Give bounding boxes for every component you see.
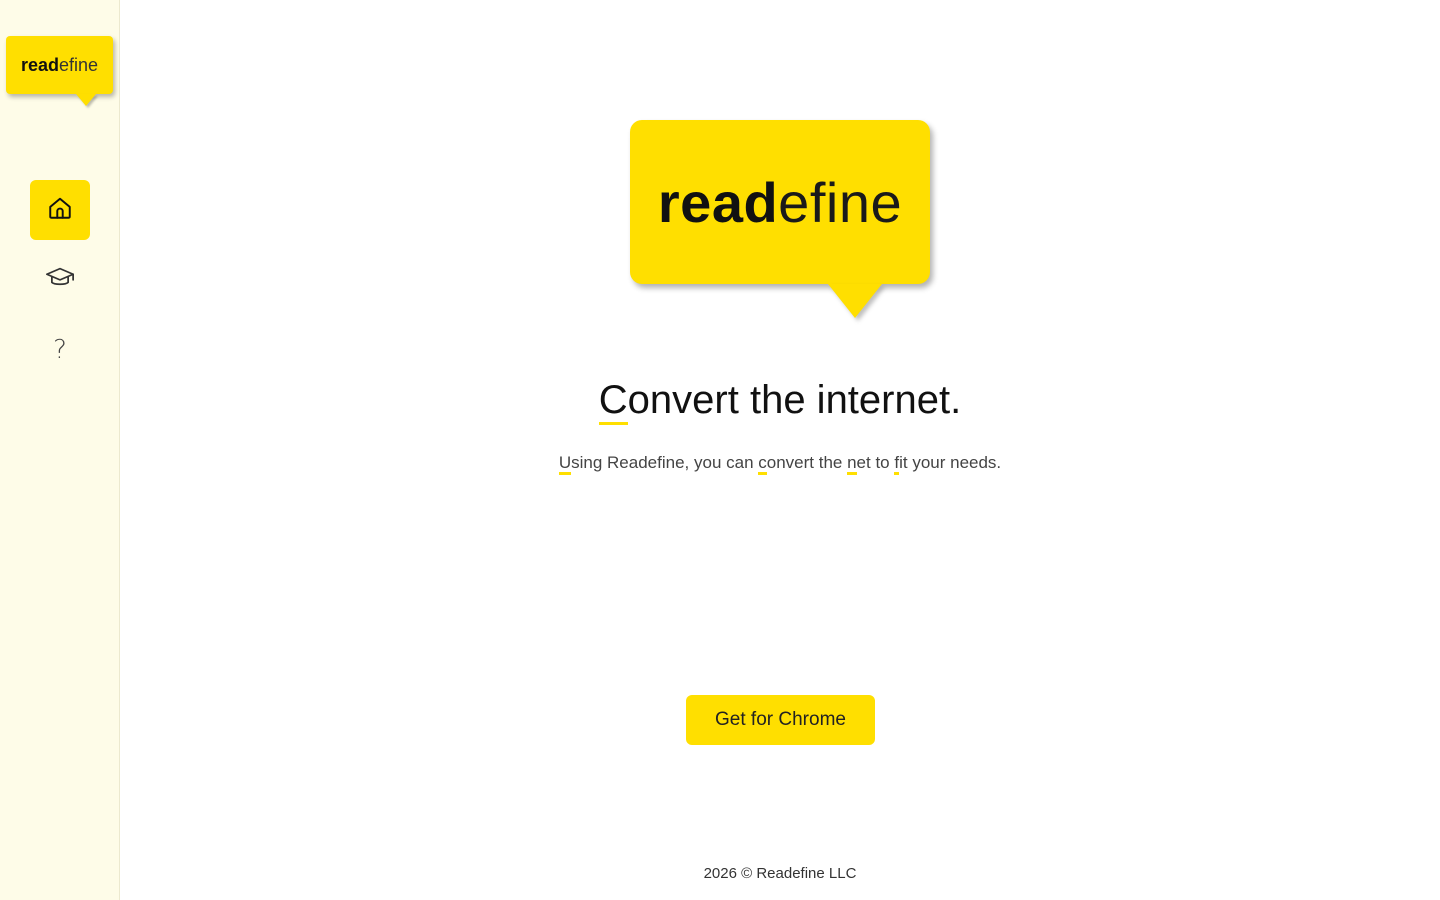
headline-rest: onvert the internet. <box>627 378 962 422</box>
subline-part-7: it your needs. <box>899 453 1002 472</box>
get-for-chrome-button[interactable]: Get for Chrome <box>686 695 875 745</box>
logo-text-bold: read <box>20 54 59 75</box>
graduation-cap-icon <box>45 263 75 298</box>
subline-part-2: c <box>758 453 767 475</box>
logo-text-light: efine <box>58 54 99 75</box>
subline-part-4: n <box>847 453 857 475</box>
sidebar-item-home[interactable] <box>30 180 90 240</box>
hero-subline: Using Readefine, you can convert the net… <box>120 453 1440 475</box>
subline-part-0: U <box>558 453 572 475</box>
footer-copyright: 2026 © Readefine LLC <box>703 865 857 882</box>
main-content: read efine Convert the internet. Using Re… <box>120 0 1440 900</box>
hero-logo: read efine <box>630 120 930 284</box>
hero-logo-text-light: efine <box>778 170 903 234</box>
subline-part-1: sing Readefine, you can <box>571 453 759 472</box>
hero-logo-tail <box>828 284 882 318</box>
subline-part-3: onvert the <box>766 453 848 472</box>
sidebar: read efine ? <box>0 0 120 900</box>
hero-headline: Convert the internet. <box>120 378 1440 425</box>
headline-underlined-letter: C <box>598 378 628 425</box>
hero-logo-text-bold: read <box>657 170 779 234</box>
subline-part-5: et to <box>856 453 895 472</box>
question-mark-icon: ? <box>53 335 67 365</box>
sidebar-item-help[interactable]: ? <box>30 320 90 380</box>
sidebar-logo[interactable]: read efine <box>6 36 113 94</box>
sidebar-item-learn[interactable] <box>30 250 90 310</box>
home-icon <box>47 195 73 226</box>
